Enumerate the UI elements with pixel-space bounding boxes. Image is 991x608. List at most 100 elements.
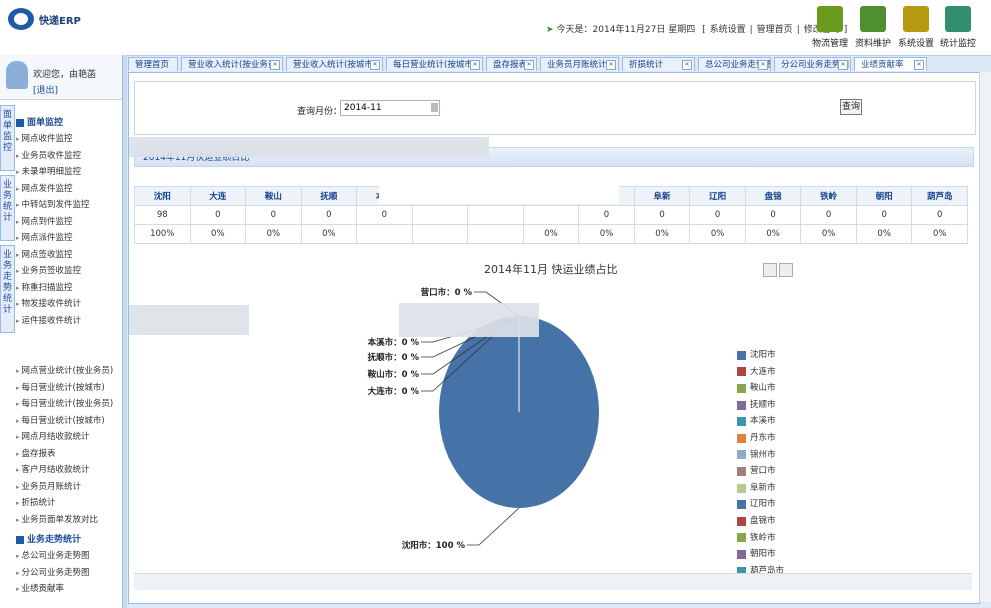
legend-item[interactable]: 鞍山市 <box>737 380 784 397</box>
table-row: 100% 0% 0% 0% 0% 0% 0% 0% 0% 0% 0% 0% <box>134 224 968 244</box>
tab-2[interactable]: 营业收入统计(按城市) ✕ <box>286 57 383 71</box>
table-cell: 0% <box>744 224 802 244</box>
legend-swatch <box>737 400 746 410</box>
sidebar-item[interactable]: 网点签收监控 <box>16 247 120 264</box>
data-label-鞍山市: 鞍山市：0 % <box>368 369 420 380</box>
horizontal-scrollbar[interactable] <box>134 573 972 590</box>
chart-icon <box>945 6 971 32</box>
sidebar-item[interactable]: 业绩贡献率 <box>16 581 120 598</box>
sidebar-item[interactable]: 业务员面单发放对比 <box>16 512 120 529</box>
sidebar-item[interactable]: 总公司业务走势图 <box>16 548 120 565</box>
close-icon[interactable]: ✕ <box>606 60 616 70</box>
sidebar-item[interactable]: 物发接收件统计 <box>16 296 120 313</box>
calendar-icon[interactable] <box>431 103 438 112</box>
legend-item[interactable]: 辽阳市 <box>737 496 784 513</box>
menu-group[interactable]: 业务走势统计 <box>16 532 120 548</box>
close-icon[interactable]: ✕ <box>470 60 480 70</box>
data-label-大连市: 大连市：0 % <box>368 386 420 397</box>
folder-icon <box>16 536 24 544</box>
group-label: 面单监控 <box>27 118 64 128</box>
tools-icon <box>860 6 886 32</box>
legend-item[interactable]: 锦州市 <box>737 447 784 464</box>
query-button[interactable]: 查询 <box>840 99 862 115</box>
sidebar-item[interactable]: 运件接收件统计 <box>16 313 120 330</box>
toolbar-tools-button[interactable]: 资料维护 <box>851 6 895 49</box>
sidebar-item[interactable]: 业务员签收监控 <box>16 263 120 280</box>
legend-item[interactable]: 大连市 <box>737 364 784 381</box>
sidebar-item[interactable]: 业务员收件监控 <box>16 148 120 165</box>
legend-item[interactable]: 盘锦市 <box>737 513 784 530</box>
legend-item[interactable]: 营口市 <box>737 463 784 480</box>
close-icon[interactable]: ✕ <box>524 60 534 70</box>
sidebar-item[interactable]: 每日营业统计(按城市) <box>16 413 120 430</box>
sidebar-item[interactable]: 业务员月账统计 <box>16 479 120 496</box>
sidebar: 欢迎您，由艳菡 [退出] 面单监控业务统计业务走势统计 面单监控网点收件监控业务… <box>0 55 123 608</box>
sidebar-item[interactable]: 网点月结收款统计 <box>16 429 120 446</box>
vtab-0[interactable]: 面单监控 <box>0 105 15 171</box>
sidebar-item[interactable]: 盘存报表 <box>16 446 120 463</box>
top-info: ➤今天是：2014年11月27日 星期四 [系统设置|管理首页|修改密码] <box>546 25 848 35</box>
menu-group[interactable]: 面单监控 <box>16 115 120 131</box>
sidebar-item[interactable]: 分公司业务走势图 <box>16 565 120 582</box>
sidebar-item[interactable]: 每日营业统计(按城市) <box>16 380 120 397</box>
tab-label: 营业收入统计(按业务员) <box>188 60 280 70</box>
legend-item[interactable]: 沈阳市 <box>737 347 784 364</box>
logout-link[interactable]: [退出] <box>33 83 58 96</box>
legend-item[interactable]: 朝阳市 <box>737 546 784 563</box>
data-label-营口市: 营口市：0 % <box>421 287 473 298</box>
vtab-1[interactable]: 业务统计 <box>0 175 15 241</box>
sidebar-item[interactable]: 中转站到发件监控 <box>16 197 120 214</box>
sidebar-item[interactable]: 网点发件监控 <box>16 181 120 198</box>
download-icon[interactable] <box>779 263 793 277</box>
sidebar-item[interactable]: 称重扫描监控 <box>16 280 120 297</box>
close-icon[interactable]: ✕ <box>758 60 768 70</box>
table-cell: 盘锦 <box>744 186 802 206</box>
close-icon[interactable]: ✕ <box>914 60 924 70</box>
legend-item[interactable]: 抚顺市 <box>737 397 784 414</box>
table-cell: 0 <box>855 205 913 225</box>
table-cell: 0% <box>855 224 913 244</box>
legend-item[interactable]: 本溪市 <box>737 413 784 430</box>
legend-label: 锦州市 <box>750 449 776 460</box>
tab-6[interactable]: 折损统计 ✕ <box>622 57 695 71</box>
tab-5[interactable]: 业务员月账统计 ✕ <box>540 57 619 71</box>
sidebar-item[interactable]: 折损统计 <box>16 495 120 512</box>
top-bar: 快递ERP ➤今天是：2014年11月27日 星期四 [系统设置|管理首页|修改… <box>0 0 991 56</box>
sidebar-item[interactable]: 每日营业统计(按业务员) <box>16 396 120 413</box>
close-icon[interactable]: ✕ <box>838 60 848 70</box>
legend-item[interactable]: 阜新市 <box>737 480 784 497</box>
sidebar-splitter[interactable] <box>123 55 127 608</box>
toolbar-chart-button[interactable]: 统计监控 <box>936 6 980 49</box>
sidebar-item[interactable]: 客户月结收款统计 <box>16 462 120 479</box>
close-icon[interactable]: ✕ <box>682 60 692 70</box>
query-month-input[interactable] <box>340 100 440 116</box>
legend-item[interactable]: 铁岭市 <box>737 530 784 547</box>
tab-9[interactable]: 业绩贡献率 ✕ <box>854 57 927 71</box>
tab-1[interactable]: 营业收入统计(按业务员) ✕ <box>181 57 283 71</box>
toolbar-radiation-button[interactable]: 物流管理 <box>808 6 852 49</box>
table-cell: 鞍山 <box>245 186 302 206</box>
table-cell: 0% <box>300 224 358 244</box>
sidebar-item[interactable]: 未录单明细监控 <box>16 164 120 181</box>
tab-7[interactable]: 总公司业务走势图 ✕ <box>698 57 771 71</box>
link-system-settings[interactable]: 系统设置 <box>710 25 746 35</box>
legend-label: 沈阳市 <box>750 350 776 360</box>
vertical-scrollbar[interactable] <box>979 72 991 602</box>
print-icon[interactable] <box>763 263 777 277</box>
sidebar-item[interactable]: 网点到件监控 <box>16 214 120 231</box>
legend-item[interactable]: 丹东市 <box>737 430 784 447</box>
tab-4[interactable]: 盘存报表 ✕ <box>486 57 537 71</box>
link-home[interactable]: 管理首页 <box>757 25 793 35</box>
sidebar-item[interactable]: 网点营业统计(按业务员) <box>16 363 120 380</box>
tab-0[interactable]: 管理首页 <box>128 57 178 71</box>
sidebar-item[interactable]: 网点收件监控 <box>16 131 120 148</box>
tab-8[interactable]: 分公司业务走势图 ✕ <box>774 57 851 71</box>
close-icon[interactable]: ✕ <box>370 60 380 70</box>
sidebar-menu: 面单监控网点收件监控业务员收件监控未录单明细监控网点发件监控中转站到发件监控网点… <box>16 115 120 598</box>
toolbar-gears-button[interactable]: 系统设置 <box>894 6 938 49</box>
close-icon[interactable]: ✕ <box>270 60 280 70</box>
vtab-2[interactable]: 业务走势统计 <box>0 245 15 333</box>
table-cell: 朝阳 <box>855 186 913 206</box>
sidebar-item[interactable]: 网点派件监控 <box>16 230 120 247</box>
tab-3[interactable]: 每日营业统计(按城市) ✕ <box>386 57 483 71</box>
